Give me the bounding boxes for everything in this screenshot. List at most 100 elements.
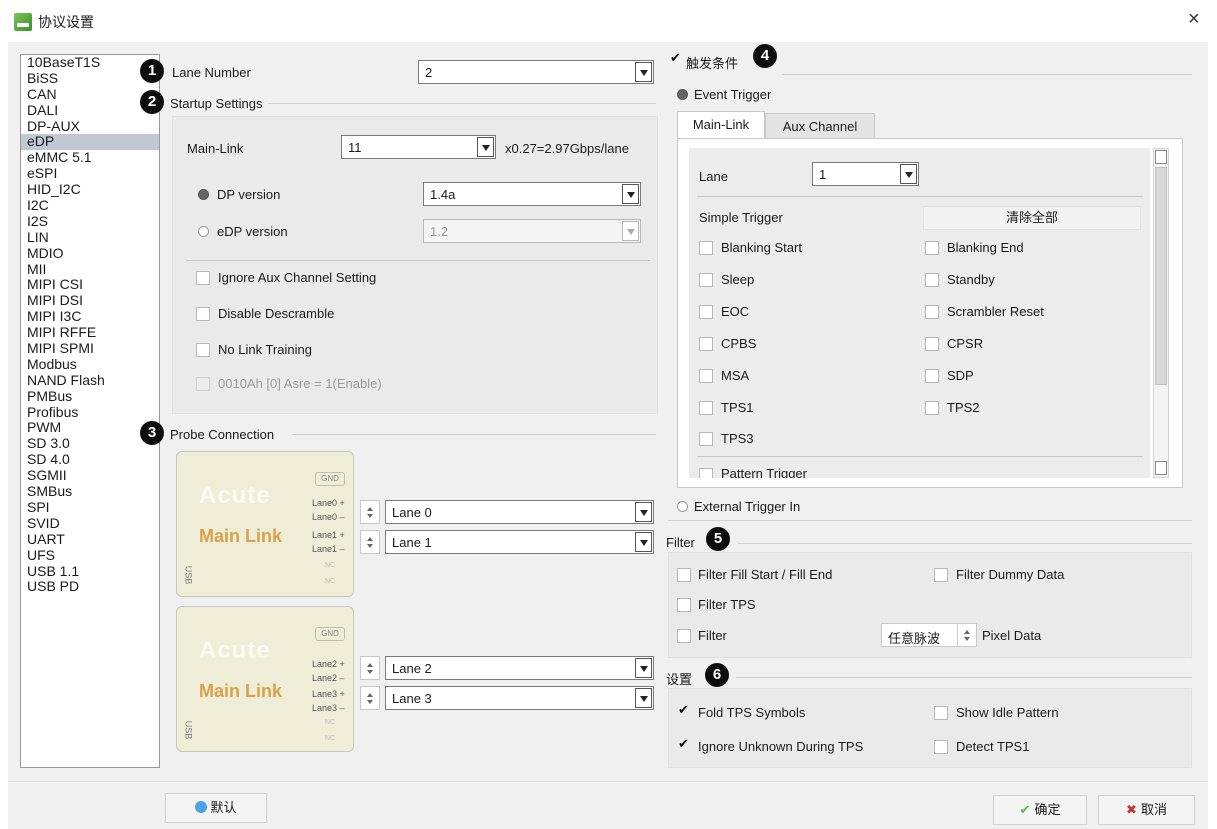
protocol-list-item[interactable]: I2S: [21, 213, 159, 230]
protocol-list-item[interactable]: PMBus: [21, 388, 159, 405]
lane0-stepper[interactable]: [360, 500, 380, 524]
trigger-lane-select[interactable]: 1: [812, 162, 919, 186]
no-link-training-checkbox[interactable]: [196, 343, 210, 357]
lane2-select[interactable]: Lane 2: [385, 656, 654, 680]
lane2-stepper[interactable]: [360, 656, 380, 680]
trigger-checkbox[interactable]: [699, 273, 713, 287]
lane3-select[interactable]: Lane 3: [385, 686, 654, 710]
protocol-list-item[interactable]: MDIO: [21, 245, 159, 262]
chevron-down-icon: [635, 502, 652, 522]
dp-version-select[interactable]: 1.4a: [423, 182, 641, 206]
protocol-list-item[interactable]: SVID: [21, 515, 159, 532]
protocol-list-item[interactable]: DALI: [21, 102, 159, 119]
event-trigger-radio[interactable]: [677, 89, 688, 100]
scroll-thumb[interactable]: [1155, 167, 1167, 385]
filter-fill-checkbox[interactable]: [677, 568, 691, 582]
trigger-checkbox[interactable]: [699, 241, 713, 255]
badge-1: 1: [140, 59, 164, 83]
protocol-list-item[interactable]: LIN: [21, 229, 159, 246]
protocol-list-item[interactable]: Modbus: [21, 356, 159, 373]
ok-button[interactable]: ✔ 确定: [993, 795, 1087, 825]
external-trigger-radio[interactable]: [677, 501, 688, 512]
filter-tps-checkbox[interactable]: [677, 598, 691, 612]
protocol-list-item[interactable]: MIPI I3C: [21, 308, 159, 325]
trigger-enable-checkbox[interactable]: [669, 50, 683, 67]
trigger-label: TPS2: [947, 400, 980, 415]
lane1-select[interactable]: Lane 1: [385, 530, 654, 554]
ignore-aux-checkbox[interactable]: [196, 271, 210, 285]
pulse-stepper[interactable]: [957, 623, 977, 647]
cancel-button[interactable]: ✖ 取消: [1098, 795, 1195, 825]
simple-trigger-label: Simple Trigger: [699, 210, 783, 225]
protocol-list[interactable]: 10BaseT1S BiSS CAN DALI DP-AUX eDP eMMC 5.1 eSP…: [20, 54, 160, 768]
filter-dummy-checkbox[interactable]: [934, 568, 948, 582]
dp-version-radio[interactable]: [198, 189, 209, 200]
filter-checkbox[interactable]: [677, 629, 691, 643]
protocol-list-item[interactable]: CAN: [21, 86, 159, 103]
main-link-select[interactable]: 11: [341, 135, 496, 159]
protocol-list-item[interactable]: MIPI DSI: [21, 292, 159, 309]
show-idle-checkbox[interactable]: [934, 706, 948, 720]
edp-version-radio[interactable]: [198, 226, 209, 237]
trigger-checkbox[interactable]: [699, 369, 713, 383]
protocol-list-item[interactable]: MII: [21, 261, 159, 278]
protocol-list-item[interactable]: eDP: [21, 134, 159, 151]
protocol-list-item[interactable]: eSPI: [21, 165, 159, 182]
tab-aux-channel[interactable]: Aux Channel: [765, 113, 875, 140]
protocol-list-item[interactable]: USB PD: [21, 578, 159, 595]
fold-tps-checkbox[interactable]: [677, 702, 691, 719]
protocol-list-item[interactable]: Profibus: [21, 404, 159, 421]
trigger-checkbox[interactable]: [925, 305, 939, 319]
trigger-checkbox[interactable]: [925, 337, 939, 351]
protocol-list-item[interactable]: I2C: [21, 197, 159, 214]
protocol-list-item[interactable]: SPI: [21, 499, 159, 516]
trigger-title: 触发条件: [686, 56, 739, 71]
protocol-list-item[interactable]: HID_I2C: [21, 181, 159, 198]
protocol-list-item[interactable]: SMBus: [21, 483, 159, 500]
trigger-checkbox[interactable]: [925, 401, 939, 415]
trigger-checkbox[interactable]: [925, 241, 939, 255]
protocol-list-item[interactable]: SGMII: [21, 467, 159, 484]
protocol-list-item[interactable]: SD 3.0: [21, 435, 159, 452]
edp-version-select[interactable]: 1.2: [423, 219, 641, 243]
close-icon[interactable]: ×: [1188, 9, 1200, 29]
pin-label: Lane3 –: [312, 703, 345, 713]
pattern-trigger-checkbox[interactable]: [699, 468, 713, 478]
tab-main-link[interactable]: Main-Link: [677, 111, 765, 140]
scroll-down-icon[interactable]: [1155, 461, 1167, 475]
lane1-stepper[interactable]: [360, 530, 380, 554]
protocol-list-item[interactable]: MIPI RFFE: [21, 324, 159, 341]
ignore-unknown-checkbox[interactable]: [677, 736, 691, 753]
protocol-list-item[interactable]: MIPI CSI: [21, 277, 159, 293]
trigger-checkbox[interactable]: [699, 432, 713, 446]
protocol-list-item[interactable]: 10BaseT1S: [21, 54, 159, 71]
clear-all-button[interactable]: 清除全部: [923, 206, 1141, 230]
protocol-list-item[interactable]: UART: [21, 531, 159, 548]
protocol-list-item[interactable]: DP-AUX: [21, 118, 159, 135]
lane-number-select[interactable]: 2: [418, 60, 654, 84]
trigger-scrollbar[interactable]: [1153, 148, 1169, 478]
chevron-down-icon: [635, 688, 652, 708]
trigger-checkbox[interactable]: [699, 401, 713, 415]
protocol-list-item[interactable]: eMMC 5.1: [21, 149, 159, 166]
lane3-stepper[interactable]: [360, 686, 380, 710]
protocol-list-item[interactable]: MIPI SPMI: [21, 340, 159, 357]
protocol-list-item[interactable]: BiSS: [21, 70, 159, 87]
trigger-checkbox[interactable]: [925, 273, 939, 287]
protocol-list-item[interactable]: SD 4.0: [21, 451, 159, 468]
protocol-list-item[interactable]: UFS: [21, 547, 159, 564]
trigger-checkbox[interactable]: [925, 369, 939, 383]
edp-version-value: 1.2: [430, 224, 449, 239]
protocol-list-item[interactable]: PWM: [21, 420, 159, 436]
asre-checkbox[interactable]: [196, 377, 210, 391]
detect-tps1-checkbox[interactable]: [934, 740, 948, 754]
no-link-training-label: No Link Training: [218, 342, 312, 357]
protocol-list-item[interactable]: USB 1.1: [21, 563, 159, 580]
protocol-list-item[interactable]: NAND Flash: [21, 372, 159, 389]
scroll-up-icon[interactable]: [1155, 150, 1167, 164]
trigger-checkbox[interactable]: [699, 337, 713, 351]
trigger-checkbox[interactable]: [699, 305, 713, 319]
default-button[interactable]: 默认: [165, 793, 267, 823]
lane0-select[interactable]: Lane 0: [385, 500, 654, 524]
disable-descramble-checkbox[interactable]: [196, 307, 210, 321]
